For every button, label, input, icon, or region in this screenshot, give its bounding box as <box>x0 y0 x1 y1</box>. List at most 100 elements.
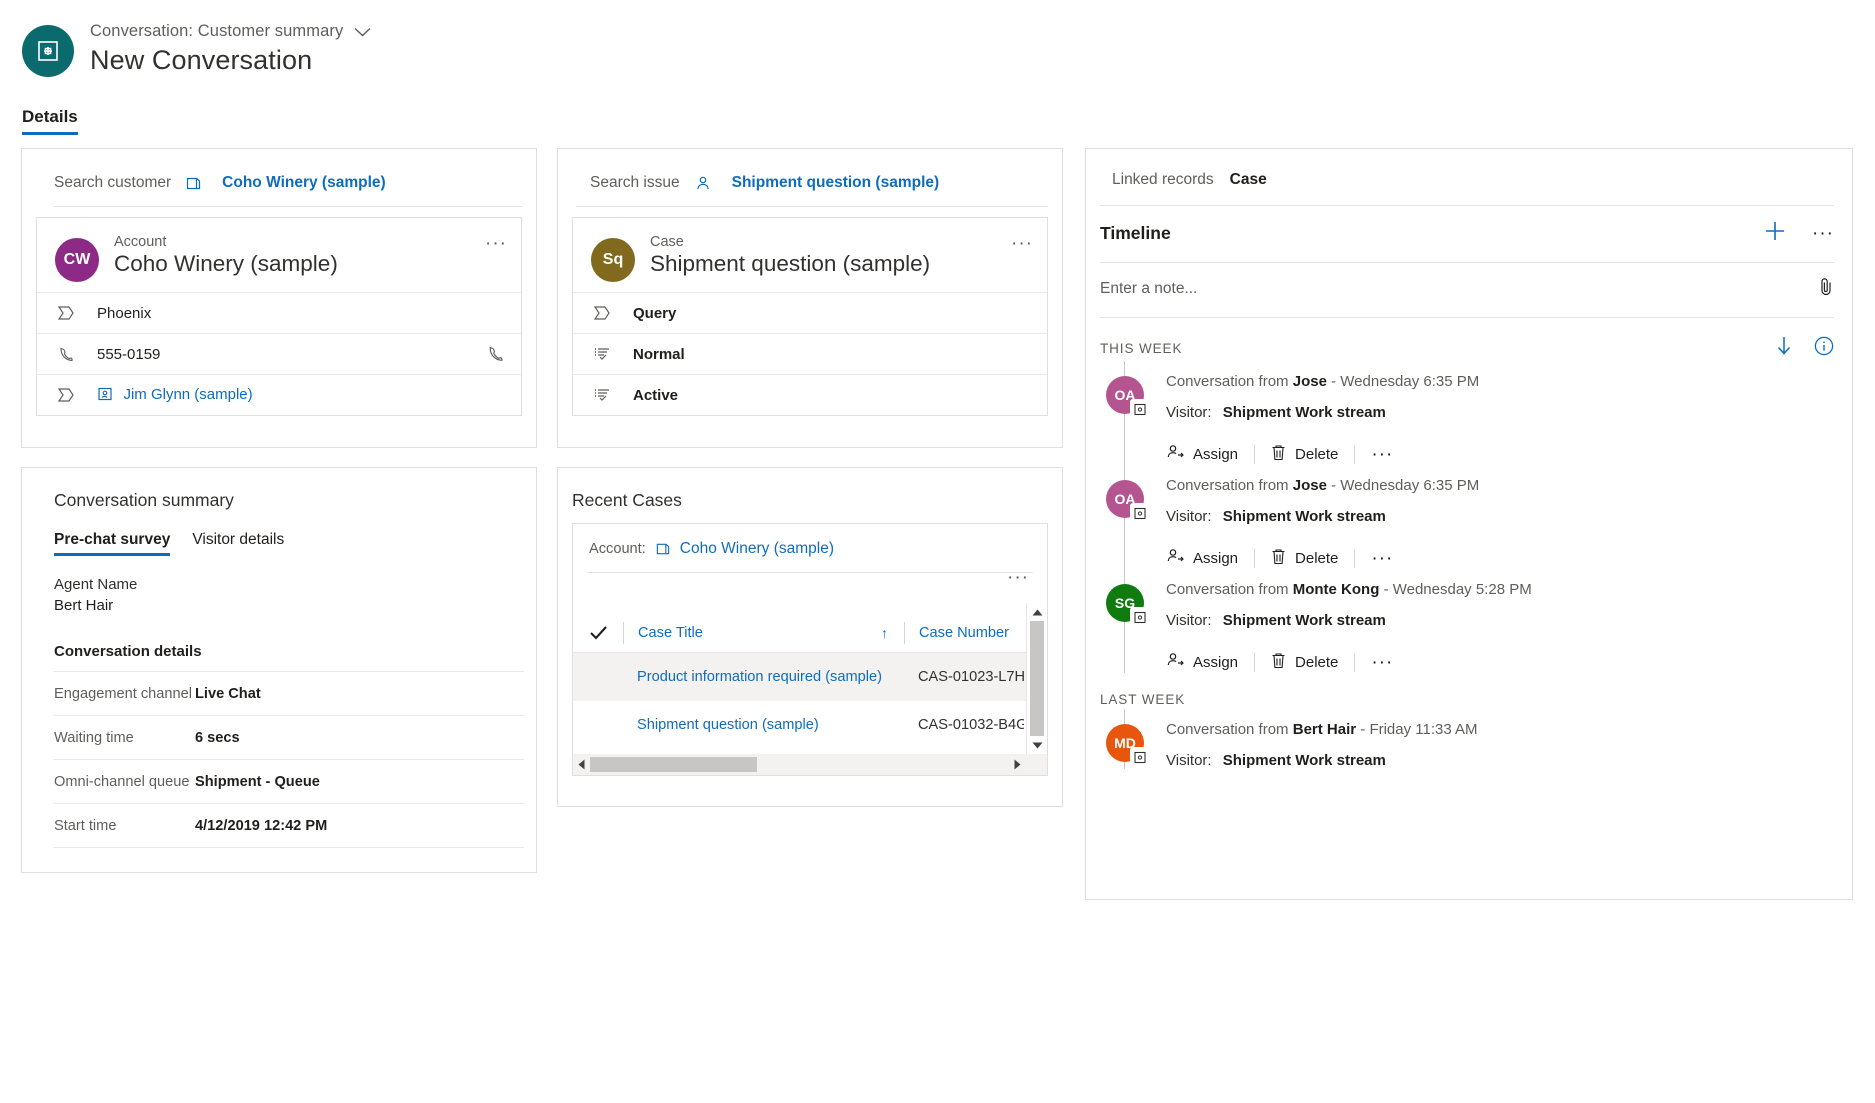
detail-value: Shipment Work stream <box>1223 404 1386 421</box>
timeline-item-detail: Visitor: Shipment Work stream <box>1166 404 1852 421</box>
assign-button[interactable]: Assign <box>1166 547 1254 569</box>
arrow-down-icon[interactable] <box>1776 336 1792 361</box>
address-icon <box>55 387 77 403</box>
prefix: Conversation from <box>1166 477 1289 494</box>
vertical-scrollbar[interactable] <box>1026 603 1047 754</box>
list-item[interactable]: SG Conversation from Monte Kong - Wednes… <box>1100 569 1852 673</box>
sort-ascending-arrow[interactable]: ↑ <box>881 625 888 641</box>
ellipsis-icon[interactable]: ··· <box>1007 568 1029 587</box>
field-value: Phoenix <box>97 305 151 322</box>
trash-icon <box>1271 444 1286 465</box>
search-issue-row[interactable]: Search issue Shipment question (sample) <box>558 149 1062 192</box>
cell-case-title[interactable]: Shipment question (sample) <box>623 717 904 733</box>
info-icon[interactable] <box>1814 336 1834 361</box>
detail-row: Start time 4/12/2019 12:42 PM <box>54 803 524 847</box>
linked-records-label: Linked records <box>1112 171 1214 189</box>
tab-details[interactable]: Details <box>22 107 78 135</box>
caret-right-icon[interactable] <box>1009 759 1026 770</box>
caret-left-icon[interactable] <box>573 759 590 770</box>
field-value[interactable]: Jim Glynn (sample) <box>123 386 252 403</box>
grid-column-case-title[interactable]: Case Title ↑ <box>623 622 904 644</box>
timeline-items-this-week: OA Conversation from Jose - Wednesday 6:… <box>1100 361 1852 673</box>
customer-panel: Search customer Coho Winery (sample) CW <box>21 148 537 448</box>
field-row-contact: Jim Glynn (sample) <box>37 374 521 415</box>
search-customer-value[interactable]: Coho Winery (sample) <box>222 174 386 192</box>
detail-value: Live Chat <box>195 686 261 702</box>
more-commands-button[interactable]: ··· <box>1371 549 1409 568</box>
checkmark-icon[interactable] <box>573 625 623 640</box>
note-input[interactable]: Enter a note... <box>1100 280 1197 298</box>
timeline-item-commands: Assign Delete ··· <box>1166 547 1852 569</box>
tab-visitor-details[interactable]: Visitor details <box>192 531 284 556</box>
horizontal-scrollbar[interactable] <box>573 754 1026 775</box>
ellipsis-icon[interactable]: ··· <box>485 234 507 253</box>
divider <box>54 847 524 848</box>
call-icon[interactable] <box>487 345 505 363</box>
field-row-status: Active <box>573 374 1047 415</box>
search-customer-row[interactable]: Search customer Coho Winery (sample) <box>22 149 536 192</box>
delete-label: Delete <box>1295 654 1338 671</box>
assign-label: Assign <box>1193 654 1238 671</box>
assign-button[interactable]: Assign <box>1166 443 1254 465</box>
detail-row: Waiting time 6 secs <box>54 715 524 759</box>
cell-case-title[interactable]: Product information required (sample) <box>623 669 904 685</box>
avatar: Sq <box>591 238 635 282</box>
account-entity-header: CW Account Coho Winery (sample) ··· <box>37 218 521 292</box>
list-item[interactable]: OA Conversation from Jose - Wednesday 6:… <box>1100 465 1852 569</box>
column-timeline: Linked records Case Timeline ··· Enter <box>1085 148 1853 1103</box>
delete-button[interactable]: Delete <box>1271 548 1354 569</box>
table-row[interactable]: Shipment question (sample) CAS-01032-B4G <box>573 701 1047 749</box>
avatar: CW <box>55 238 99 282</box>
assign-person-icon <box>1166 443 1184 465</box>
timeline-item-header: Conversation from Bert Hair - Friday 11:… <box>1166 721 1852 738</box>
ellipsis-icon[interactable]: ··· <box>1812 224 1834 243</box>
timestamp: Wednesday 6:35 PM <box>1340 477 1479 494</box>
caret-down-icon[interactable] <box>1027 736 1047 754</box>
tabstrip: Details <box>22 107 1875 135</box>
grid-account-value[interactable]: Coho Winery (sample) <box>680 540 834 558</box>
chevron-down-icon[interactable] <box>354 27 371 37</box>
more-commands-button[interactable]: ··· <box>1371 445 1409 464</box>
detail-label: Visitor: <box>1166 612 1212 629</box>
tab-pre-chat-survey[interactable]: Pre-chat survey <box>54 531 170 556</box>
plus-icon[interactable] <box>1764 220 1786 246</box>
timeline-item-commands: Assign Delete ··· <box>1166 651 1852 673</box>
detail-key: Waiting time <box>54 730 195 746</box>
detail-label: Visitor: <box>1166 752 1212 769</box>
caret-up-icon[interactable] <box>1027 603 1047 621</box>
list-item[interactable]: MD Conversation from Bert Hair - Friday … <box>1100 709 1852 769</box>
note-input-row[interactable]: Enter a note... <box>1086 263 1852 301</box>
delete-button[interactable]: Delete <box>1271 652 1354 673</box>
contact-link[interactable]: Jim Glynn (sample) <box>97 386 253 404</box>
conversation-details-heading: Conversation details <box>22 614 536 660</box>
recent-cases-title: Recent Cases <box>558 468 1062 511</box>
table-row[interactable]: Product information required (sample) CA… <box>573 653 1047 701</box>
dash: - <box>1331 373 1336 390</box>
scrollbar-thumb[interactable] <box>590 757 757 772</box>
scrollbar-thumb[interactable] <box>1030 621 1044 736</box>
assign-button[interactable]: Assign <box>1166 651 1254 673</box>
paperclip-icon[interactable] <box>1819 277 1834 301</box>
account-entity-meta: Account Coho Winery (sample) <box>114 234 338 277</box>
list-item[interactable]: OA Conversation from Jose - Wednesday 6:… <box>1100 361 1852 465</box>
field-value: Query <box>633 305 676 322</box>
grid-column-case-number[interactable]: Case Number <box>904 622 1024 644</box>
delete-button[interactable]: Delete <box>1271 444 1354 465</box>
detail-row: Engagement channel Live Chat <box>54 671 524 715</box>
dash: - <box>1384 581 1389 598</box>
timeline-item-commands: Assign Delete ··· <box>1166 443 1852 465</box>
linked-records-value[interactable]: Case <box>1230 171 1267 189</box>
conversation-record-icon <box>1130 399 1149 418</box>
search-issue-value[interactable]: Shipment question (sample) <box>732 174 940 192</box>
phone-icon <box>55 346 77 363</box>
detail-value: 4/12/2019 12:42 PM <box>195 818 327 834</box>
status-icon <box>591 387 613 403</box>
more-commands-button[interactable]: ··· <box>1371 653 1409 672</box>
trash-icon <box>1271 548 1286 569</box>
author: Monte Kong <box>1293 581 1380 598</box>
conversation-record-icon <box>1130 607 1149 626</box>
breadcrumb[interactable]: Conversation: Customer summary <box>90 22 371 41</box>
issue-panel: Search issue Shipment question (sample) … <box>557 148 1063 448</box>
subject-icon <box>591 305 613 321</box>
ellipsis-icon[interactable]: ··· <box>1011 234 1033 253</box>
